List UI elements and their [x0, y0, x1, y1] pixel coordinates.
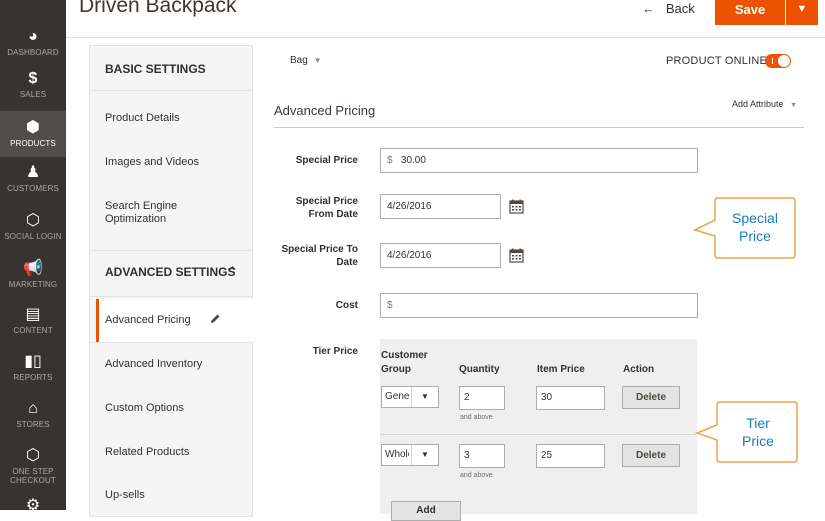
toggle-on-mark	[772, 58, 773, 64]
nav-more[interactable]: ⚙	[0, 497, 66, 514]
special-to-date-value: 4/26/2016	[387, 250, 432, 261]
col-quantity: Quantity	[459, 364, 500, 375]
hexagon-icon: ⬡	[26, 447, 40, 464]
header-divider	[66, 37, 825, 38]
dollar-icon: $	[28, 70, 38, 87]
currency-symbol: $	[387, 155, 393, 166]
attribute-set-value: Bag	[290, 55, 308, 66]
col-action: Action	[623, 364, 655, 375]
quantity-note: and above	[460, 472, 493, 479]
back-button[interactable]: ← Back	[642, 1, 695, 16]
panel-item-seo[interactable]: Search Engine Optimization	[90, 200, 252, 230]
special-price-input[interactable]: $ 30.00	[380, 148, 698, 173]
divider	[90, 250, 252, 251]
chevron-down-icon: ▼	[790, 102, 797, 109]
special-to-date-input[interactable]: 4/26/2016	[380, 243, 501, 268]
panel-item-product-details[interactable]: Product Details	[90, 112, 252, 132]
bar-chart-icon: ▮▯	[24, 353, 42, 370]
calendar-icon[interactable]	[509, 199, 524, 214]
back-label: Back	[665, 1, 695, 16]
cost-label: Cost	[335, 300, 358, 311]
gear-icon: ⚙	[25, 497, 41, 514]
nav-marketing[interactable]: 📢 MARKETING	[0, 260, 66, 292]
toggle-knob	[778, 55, 790, 67]
nav-content[interactable]: ▤ CONTENT	[0, 306, 66, 338]
customer-group-value: Wholesale	[385, 449, 409, 460]
store-icon: ⌂	[28, 400, 38, 417]
megaphone-icon: 📢	[23, 260, 43, 277]
col-item-price: Item Price	[537, 364, 585, 375]
panel-item-custom-options[interactable]: Custom Options	[90, 402, 252, 422]
hexagon-icon: ⬡	[26, 212, 40, 229]
quantity-input[interactable]: 3	[459, 444, 505, 468]
section-title: Advanced Pricing	[274, 103, 376, 118]
content-icon: ▤	[25, 306, 41, 323]
product-online-toggle[interactable]	[765, 54, 791, 68]
nav-sales[interactable]: $ SALES	[0, 70, 66, 102]
panel-item-images-videos[interactable]: Images and Videos	[90, 156, 252, 176]
divider	[90, 342, 252, 343]
special-price-label: Special Price	[295, 155, 358, 166]
customer-group-value: General	[385, 391, 409, 402]
pencil-icon	[211, 314, 220, 323]
nav-dashboard[interactable]: ◕ DASHBOARD	[0, 28, 66, 58]
chevron-down-icon: ▼	[411, 445, 438, 465]
tier-price-label: Tier Price	[312, 346, 358, 357]
col-customer-group: Customer Group	[381, 350, 428, 375]
customer-group-select[interactable]: Wholesale ▼	[381, 444, 439, 466]
page-title: Driven Backpack	[79, 0, 237, 17]
special-to-date-label: Special Price To Date	[281, 244, 358, 268]
save-options-button[interactable]: ▼	[786, 0, 818, 25]
special-price-callout-text: Special Price	[732, 210, 778, 244]
row-divider	[380, 434, 697, 435]
special-from-date-value: 4/26/2016	[387, 201, 432, 212]
panel-item-up-sells[interactable]: Up-sells	[90, 489, 252, 509]
chevron-down-icon: ▼	[313, 56, 322, 65]
person-icon: ♟	[25, 164, 41, 181]
chevron-down-icon: ▼	[411, 387, 438, 407]
customer-group-select[interactable]: General ▼	[381, 386, 439, 408]
attribute-set-select[interactable]: Bag ▼	[290, 55, 322, 66]
panel-item-advanced-pricing[interactable]: Advanced Pricing	[96, 299, 255, 342]
admin-sidebar: ◕ DASHBOARD $ SALES ⬢ PRODUCTS ♟ CUSTOME…	[0, 0, 66, 514]
add-tier-button[interactable]: Add	[391, 501, 461, 521]
product-online-label: PRODUCT ONLINE	[666, 55, 767, 67]
currency-symbol: $	[387, 300, 393, 311]
arrow-left-icon: ←	[642, 1, 655, 16]
chevron-up-icon: ⌃	[227, 264, 238, 279]
divider	[90, 296, 252, 297]
add-attribute-button[interactable]: Add Attribute ▼	[732, 99, 797, 109]
section-divider	[274, 127, 804, 128]
nav-reports[interactable]: ▮▯ REPORTS	[0, 353, 66, 385]
dashboard-icon: ◕	[28, 28, 38, 45]
special-from-date-label: Special Price From Date	[295, 196, 358, 220]
panel-item-related-products[interactable]: Related Products	[90, 446, 252, 466]
divider	[90, 90, 252, 91]
chevron-down-icon: ▼	[796, 3, 808, 15]
nav-social-login[interactable]: ⬡ SOCIAL LOGIN	[0, 212, 66, 244]
delete-tier-button[interactable]: Delete	[622, 386, 680, 409]
quantity-input[interactable]: 2	[459, 386, 505, 410]
special-price-value: 30.00	[400, 155, 426, 166]
delete-tier-button[interactable]: Delete	[622, 444, 680, 467]
nav-stores[interactable]: ⌂ STORES	[0, 400, 66, 432]
cost-input[interactable]: $	[380, 293, 698, 318]
nav-customers[interactable]: ♟ CUSTOMERS	[0, 164, 66, 196]
item-price-input[interactable]: 30	[536, 386, 605, 410]
nav-products[interactable]: ⬢ PRODUCTS	[0, 111, 66, 157]
nav-one-step-checkout[interactable]: ⬡ ONE STEP CHECKOUT	[0, 447, 66, 491]
tier-price-callout-text: Tier Price	[742, 415, 774, 449]
calendar-icon[interactable]	[509, 248, 524, 263]
item-price-input[interactable]: 25	[536, 444, 605, 468]
cube-icon: ⬢	[26, 119, 40, 136]
settings-panel: BASIC SETTINGS Product Details Images an…	[89, 45, 255, 517]
panel-item-advanced-inventory[interactable]: Advanced Inventory	[90, 358, 252, 378]
save-button[interactable]: Save	[715, 0, 785, 25]
quantity-note: and above	[460, 414, 493, 421]
special-from-date-input[interactable]: 4/26/2016	[380, 194, 501, 219]
